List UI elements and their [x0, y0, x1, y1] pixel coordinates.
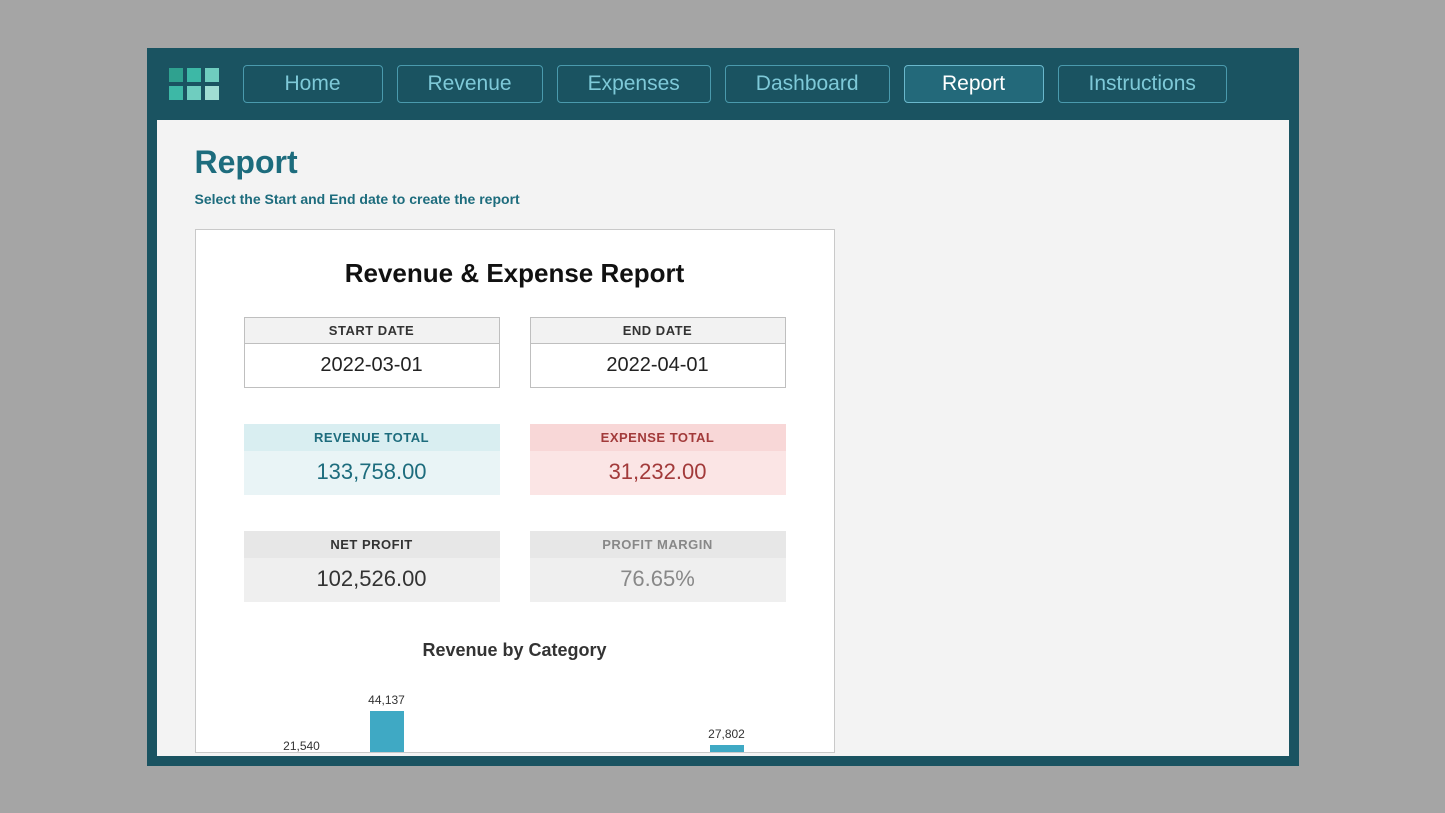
nav-instructions[interactable]: Instructions — [1058, 65, 1227, 103]
content-area: Report Select the Start and End date to … — [157, 120, 1289, 756]
net-profit-label: NET PROFIT — [244, 531, 500, 558]
chart-bar-3-rect — [710, 745, 744, 753]
nav-bar: Home Revenue Expenses Dashboard Report I… — [147, 48, 1299, 120]
chart-bar-2-rect — [370, 711, 404, 753]
end-date-value[interactable]: 2022-04-01 — [531, 344, 785, 387]
net-profit-value: 102,526.00 — [244, 558, 500, 602]
app-window: Home Revenue Expenses Dashboard Report I… — [147, 48, 1299, 766]
page-subtitle: Select the Start and End date to create … — [195, 191, 1251, 207]
nav-dashboard[interactable]: Dashboard — [725, 65, 890, 103]
chart-bar-1: 21,540 — [284, 739, 320, 753]
revenue-by-category-chart: 21,540 44,137 27,802 — [244, 679, 786, 753]
page-title: Report — [195, 144, 1251, 181]
totals-row: REVENUE TOTAL 133,758.00 EXPENSE TOTAL 3… — [244, 424, 786, 495]
revenue-total-box: REVENUE TOTAL 133,758.00 — [244, 424, 500, 495]
expense-total-box: EXPENSE TOTAL 31,232.00 — [530, 424, 786, 495]
chart-bar-1-label: 21,540 — [283, 739, 320, 753]
nav-revenue[interactable]: Revenue — [397, 65, 543, 103]
report-card: Revenue & Expense Report START DATE 2022… — [195, 229, 835, 753]
app-logo-icon — [169, 68, 219, 100]
chart-bar-3: 27,802 — [709, 727, 745, 753]
end-date-label: END DATE — [531, 318, 785, 344]
report-title: Revenue & Expense Report — [244, 258, 786, 289]
expense-total-label: EXPENSE TOTAL — [530, 424, 786, 451]
chart-bar-2-label: 44,137 — [368, 693, 405, 707]
end-date-box: END DATE 2022-04-01 — [530, 317, 786, 388]
profit-row: NET PROFIT 102,526.00 PROFIT MARGIN 76.6… — [244, 531, 786, 602]
start-date-value[interactable]: 2022-03-01 — [245, 344, 499, 387]
revenue-total-value: 133,758.00 — [244, 451, 500, 495]
chart-bar-2: 44,137 — [369, 693, 405, 753]
date-row: START DATE 2022-03-01 END DATE 2022-04-0… — [244, 317, 786, 388]
expense-total-value: 31,232.00 — [530, 451, 786, 495]
chart-title: Revenue by Category — [244, 640, 786, 661]
nav-report[interactable]: Report — [904, 65, 1044, 103]
nav-home[interactable]: Home — [243, 65, 383, 103]
net-profit-box: NET PROFIT 102,526.00 — [244, 531, 500, 602]
profit-margin-value: 76.65% — [530, 558, 786, 602]
start-date-label: START DATE — [245, 318, 499, 344]
chart-bar-3-label: 27,802 — [708, 727, 745, 741]
profit-margin-box: PROFIT MARGIN 76.65% — [530, 531, 786, 602]
profit-margin-label: PROFIT MARGIN — [530, 531, 786, 558]
revenue-total-label: REVENUE TOTAL — [244, 424, 500, 451]
start-date-box: START DATE 2022-03-01 — [244, 317, 500, 388]
nav-expenses[interactable]: Expenses — [557, 65, 711, 103]
